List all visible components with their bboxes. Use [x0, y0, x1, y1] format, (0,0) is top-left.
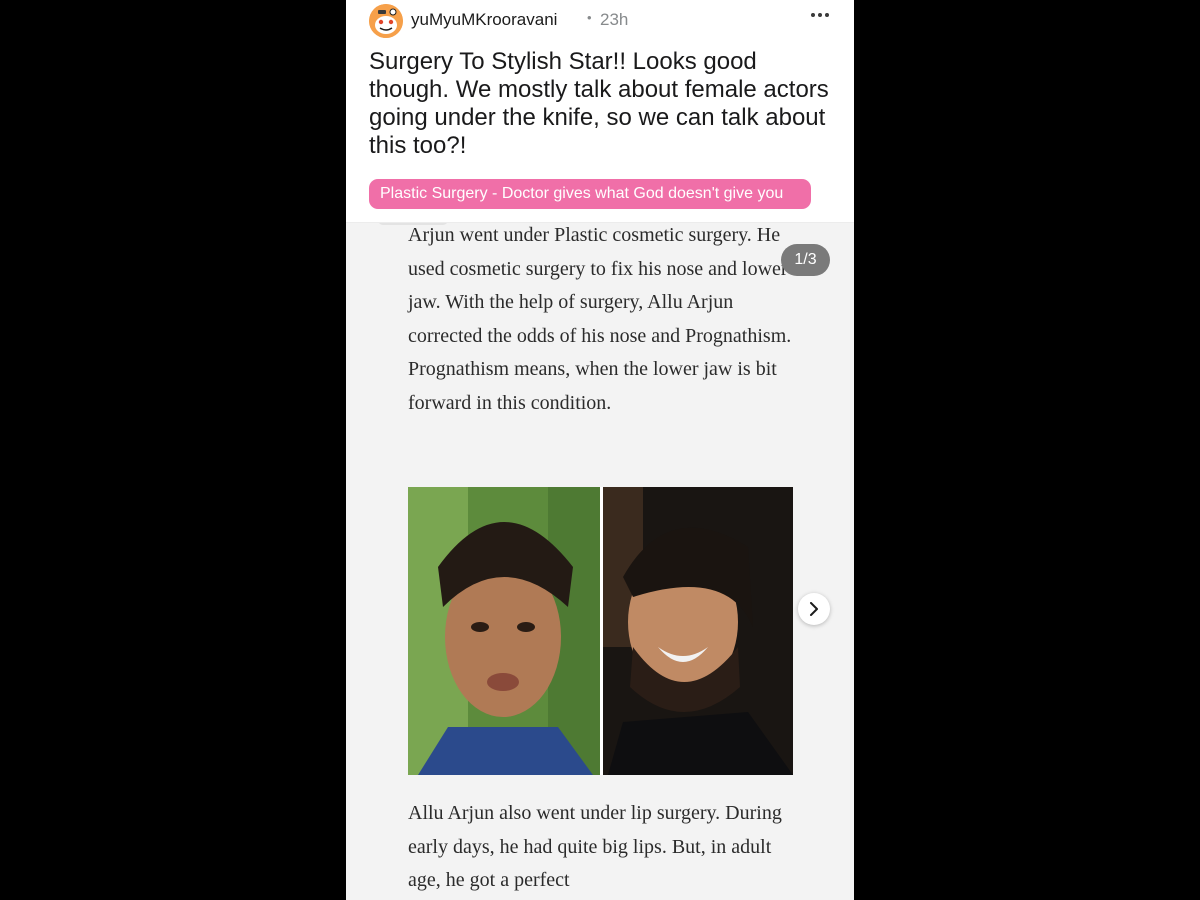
comparison-photo — [408, 487, 793, 775]
post-flair[interactable]: Plastic Surgery - Doctor gives what God … — [369, 179, 811, 209]
snoo-avatar-icon[interactable] — [369, 4, 403, 38]
post-screen: yuMyuMKrooravani • 23h Surgery To Stylis… — [346, 0, 854, 900]
meta-separator: • — [587, 10, 592, 25]
post-timestamp: 23h — [600, 10, 629, 29]
more-options-icon[interactable] — [808, 4, 832, 26]
image-gallery[interactable]: Arjun went under Plastic cosmetic surger… — [346, 223, 854, 900]
gallery-counter: 1/3 — [781, 244, 830, 276]
gallery-text-bottom: Allu Arjun also went under lip surgery. … — [408, 802, 782, 891]
post-title[interactable]: Surgery To Stylish Star!! Looks good tho… — [369, 48, 839, 160]
gallery-text-top: Arjun went under Plastic cosmetic surger… — [408, 224, 792, 414]
chevron-right-icon[interactable] — [798, 593, 830, 625]
post-header: yuMyuMKrooravani • 23h Surgery To Stylis… — [346, 0, 854, 223]
author-username[interactable]: yuMyuMKrooravani — [411, 10, 557, 30]
